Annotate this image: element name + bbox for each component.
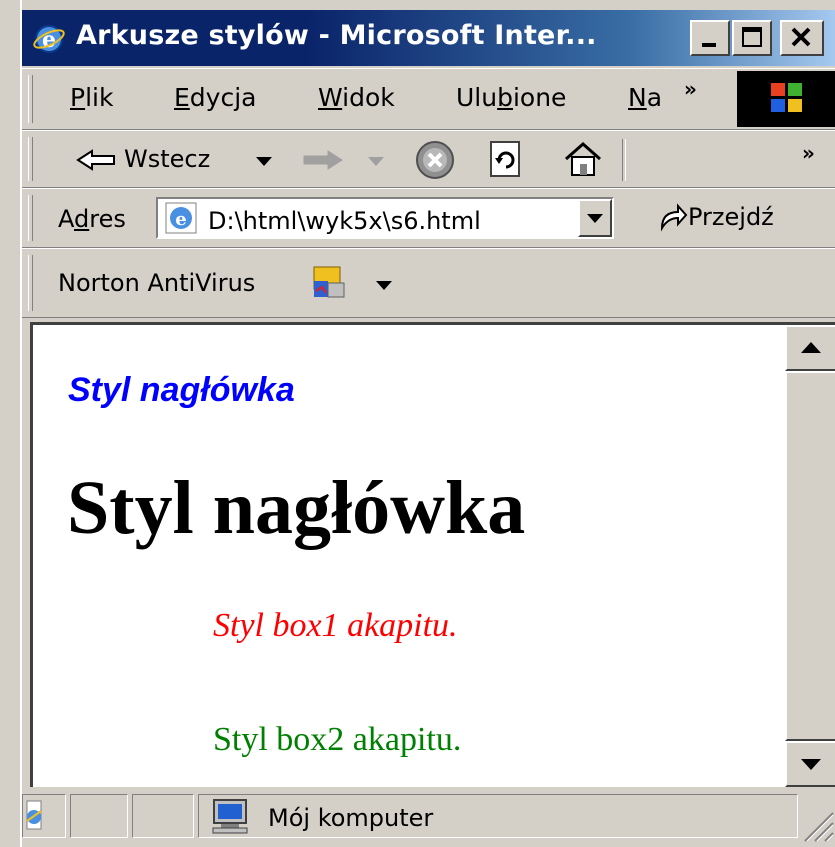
status-pane-secure <box>132 794 194 838</box>
toolbar-grip[interactable] <box>28 137 33 181</box>
address-label: Adres <box>58 205 126 233</box>
back-arrow-icon <box>76 149 115 171</box>
address-label-accel: d <box>74 205 90 233</box>
menu-bar: Plik Edycja Widok Ulubione Na » <box>22 68 835 130</box>
scroll-down-button[interactable] <box>785 741 835 787</box>
norton-toolbar: Norton AntiVirus <box>22 248 835 318</box>
address-grip[interactable] <box>28 195 33 241</box>
menu-item-plik[interactable]: Plik <box>70 83 113 112</box>
close-icon <box>791 27 811 47</box>
menu-label-rest: idok <box>342 83 395 112</box>
menu-label-rest: lik <box>85 83 114 112</box>
norton-antivirus-icon <box>313 266 345 298</box>
ie-page-status-icon <box>26 800 42 830</box>
menu-label-rest: dycja <box>189 83 257 112</box>
resize-grip-icon[interactable] <box>799 807 835 843</box>
dropdown-arrow-icon <box>368 157 384 166</box>
chevron-down-icon <box>587 214 603 223</box>
go-button[interactable]: Przejdź <box>658 199 828 237</box>
heading-small: Styl nagłówka <box>68 371 295 409</box>
browser-window: e Arkusze stylów - Microsoft Inter... Pl… <box>20 0 835 847</box>
menu-accel: E <box>174 83 190 112</box>
menu-label-rest: ione <box>512 83 567 112</box>
norton-grip[interactable] <box>28 255 33 311</box>
forward-arrow-icon <box>303 150 343 170</box>
menu-grip[interactable] <box>28 75 33 123</box>
refresh-icon[interactable] <box>488 140 524 180</box>
menu-accel: b <box>497 83 513 112</box>
menu-item-ulubione[interactable]: Ulubione <box>456 83 566 112</box>
menu-accel: P <box>70 83 86 112</box>
minimize-button[interactable] <box>690 20 730 56</box>
go-label: Przejdź <box>688 203 774 231</box>
heading-big: Styl nagłówka <box>67 466 526 550</box>
scroll-up-button[interactable] <box>785 325 835 371</box>
menu-overflow-chevron[interactable]: » <box>684 77 697 101</box>
back-label: Wstecz <box>124 145 211 173</box>
menu-item-widok[interactable]: Widok <box>318 83 395 112</box>
arrow-down-icon <box>801 759 821 770</box>
page-ie-icon: e <box>165 202 197 234</box>
window-title: Arkusze stylów - Microsoft Inter... <box>76 20 597 51</box>
forward-button[interactable] <box>300 143 410 177</box>
my-computer-icon <box>212 799 248 834</box>
title-bar[interactable]: e Arkusze stylów - Microsoft Inter... <box>22 10 835 66</box>
paragraph-box1: Styl box1 akapitu. <box>213 607 458 644</box>
toolbar-overflow-chevron[interactable]: » <box>802 141 815 165</box>
menu-label-rest: a <box>646 83 663 112</box>
address-bar: Adres e D:\html\wyk5x\s6.html Przejdź <box>22 188 835 248</box>
home-icon[interactable] <box>562 139 604 179</box>
maximize-icon <box>742 27 762 47</box>
menu-item-na[interactable]: Na <box>628 83 662 112</box>
stop-icon[interactable] <box>414 139 456 181</box>
status-pane-icon <box>22 794 66 838</box>
web-page[interactable]: Styl nagłówka Styl nagłówka Styl box1 ak… <box>33 325 785 787</box>
dropdown-arrow-icon <box>256 157 272 166</box>
vertical-scrollbar[interactable] <box>785 325 835 787</box>
scroll-thumb[interactable] <box>785 371 835 741</box>
menu-accel: N <box>628 83 647 112</box>
status-pane-progress <box>70 794 128 838</box>
menu-item-edycja[interactable]: Edycja <box>174 83 256 112</box>
windows-logo <box>737 71 835 127</box>
minimize-icon <box>702 43 716 47</box>
go-arrow-icon <box>660 203 688 232</box>
svg-text:e: e <box>175 209 186 230</box>
arrow-up-icon <box>801 342 821 353</box>
norton-button[interactable] <box>312 265 402 303</box>
paragraph-box2: Styl box2 akapitu. <box>213 721 462 758</box>
toolbar-separator <box>622 139 626 181</box>
windows-flag-icon <box>771 83 802 112</box>
address-input[interactable]: e D:\html\wyk5x\s6.html <box>156 197 614 239</box>
ie-logo-icon: e <box>33 25 65 53</box>
menu-label-pre: Ulu <box>456 83 498 112</box>
status-zone-label: Mój komputer <box>268 804 434 832</box>
status-bar: Mój komputer <box>22 788 835 847</box>
menu-accel: W <box>318 83 343 112</box>
close-button[interactable] <box>780 20 824 56</box>
address-dropdown-button[interactable] <box>578 199 612 237</box>
content-frame: Styl nagłówka Styl nagłówka Styl box1 ak… <box>30 322 835 787</box>
dropdown-arrow-icon <box>376 281 392 290</box>
back-button[interactable]: Wstecz <box>74 143 274 177</box>
standard-toolbar: Wstecz » <box>22 130 835 188</box>
norton-label: Norton AntiVirus <box>58 269 256 297</box>
address-value: D:\html\wyk5x\s6.html <box>208 207 481 235</box>
maximize-button[interactable] <box>732 20 772 56</box>
